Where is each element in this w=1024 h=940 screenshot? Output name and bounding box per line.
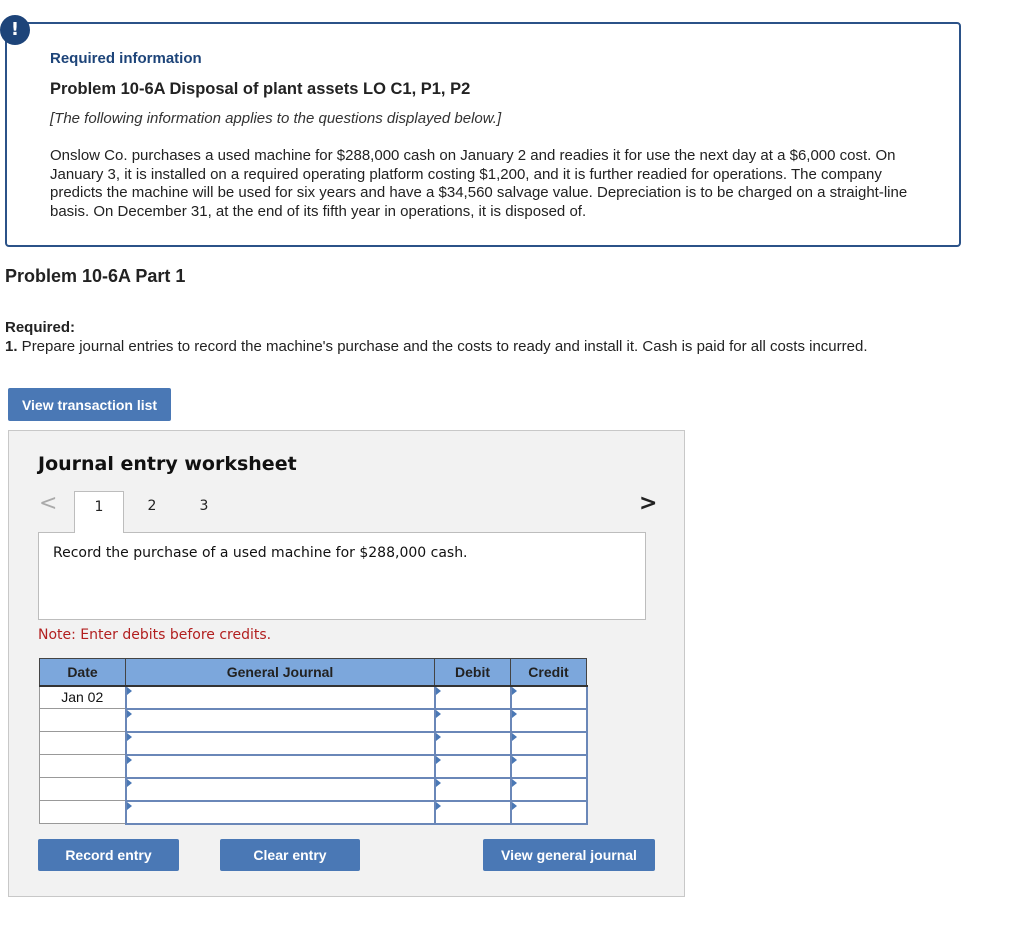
problem-description: Onslow Co. purchases a used machine for … — [50, 147, 908, 220]
info-applies-note: [The following information applies to th… — [50, 110, 502, 127]
transaction-prompt-box: Record the purchase of a used machine fo… — [38, 532, 646, 620]
account-select[interactable] — [124, 730, 436, 756]
debit-input[interactable] — [433, 730, 512, 756]
chevron-left-icon[interactable]: < — [39, 491, 57, 516]
credit-input[interactable] — [509, 707, 588, 733]
problem-title: Problem 10-6A Disposal of plant assets L… — [50, 80, 471, 98]
account-select[interactable] — [124, 776, 436, 802]
part-title: Problem 10-6A Part 1 — [5, 266, 186, 286]
worksheet-title: Journal entry worksheet — [38, 453, 297, 475]
alert-icon: ! — [0, 15, 30, 45]
account-select[interactable] — [124, 684, 436, 710]
table-row — [39, 753, 588, 779]
date-cell[interactable] — [39, 731, 126, 755]
credit-input[interactable] — [509, 730, 588, 756]
account-select[interactable] — [124, 799, 436, 825]
table-row: Jan 02 — [39, 684, 588, 710]
view-general-journal-button[interactable]: View general journal — [483, 839, 655, 871]
required-label: Required: — [5, 319, 76, 336]
debit-input[interactable] — [433, 707, 512, 733]
required-information-panel: Required information Problem 10-6A Dispo… — [5, 22, 961, 247]
journal-entry-table: Date General Journal Debit Credit Jan 02 — [39, 658, 588, 825]
debit-credit-note: Note: Enter debits before credits. — [38, 627, 272, 643]
view-transaction-list-button[interactable]: View transaction list — [8, 388, 171, 421]
transaction-prompt: Record the purchase of a used machine fo… — [53, 545, 468, 561]
worksheet-tab-3[interactable]: 3 — [179, 491, 229, 533]
table-row — [39, 776, 588, 802]
account-select[interactable] — [124, 707, 436, 733]
required-info-heading: Required information — [50, 50, 202, 67]
table-row — [39, 799, 588, 825]
date-cell[interactable]: Jan 02 — [39, 685, 126, 709]
chevron-right-icon[interactable]: > — [639, 491, 657, 516]
date-cell[interactable] — [39, 800, 126, 824]
table-row — [39, 707, 588, 733]
header-general-journal: General Journal — [125, 658, 435, 687]
table-row — [39, 730, 588, 756]
table-header-row: Date General Journal Debit Credit — [39, 658, 587, 687]
worksheet-tab-1[interactable]: 1 — [74, 491, 124, 533]
clear-entry-button[interactable]: Clear entry — [220, 839, 360, 871]
credit-input[interactable] — [509, 776, 588, 802]
date-cell[interactable] — [39, 708, 126, 732]
account-select[interactable] — [124, 753, 436, 779]
debit-input[interactable] — [433, 799, 512, 825]
required-instruction-text: Prepare journal entries to record the ma… — [17, 338, 868, 355]
debit-input[interactable] — [433, 684, 512, 710]
credit-input[interactable] — [509, 684, 588, 710]
date-cell[interactable] — [39, 777, 126, 801]
worksheet-tab-2[interactable]: 2 — [127, 491, 177, 533]
required-instruction: 1. Prepare journal entries to record the… — [5, 338, 867, 355]
record-entry-button[interactable]: Record entry — [38, 839, 179, 871]
date-cell[interactable] — [39, 754, 126, 778]
debit-input[interactable] — [433, 753, 512, 779]
credit-input[interactable] — [509, 799, 588, 825]
credit-input[interactable] — [509, 753, 588, 779]
header-credit: Credit — [510, 658, 587, 687]
journal-entry-worksheet: Journal entry worksheet < 1 2 3 > Record… — [8, 430, 685, 897]
required-number: 1. — [5, 338, 18, 355]
header-debit: Debit — [434, 658, 511, 687]
header-date: Date — [39, 658, 126, 687]
debit-input[interactable] — [433, 776, 512, 802]
